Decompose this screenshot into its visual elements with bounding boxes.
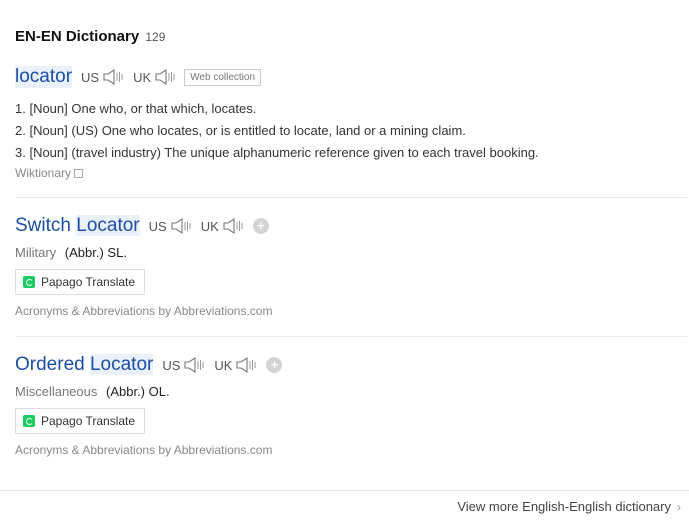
definition-list: 1. [Noun] One who, or that which, locate… (15, 98, 687, 164)
entry-locator: locator US UK Web collection 1. [Noun] O… (15, 64, 687, 180)
source-label: Wiktionary (15, 166, 72, 180)
section-title: EN-EN Dictionary 129 (15, 28, 165, 45)
definition-item: 1. [Noun] One who, or that which, locate… (15, 101, 257, 116)
uk-label: UK (200, 218, 219, 234)
view-more-link[interactable]: View more English-English dictionary › (457, 499, 681, 514)
speaker-icon[interactable] (102, 68, 124, 86)
footer: View more English-English dictionary › (0, 490, 689, 522)
headword-link[interactable]: locator (15, 66, 73, 88)
external-link-icon (74, 168, 84, 178)
pronunciation-us: US (162, 356, 205, 374)
pronunciation-uk: UK (133, 68, 176, 86)
category-label: Miscellaneous (15, 384, 98, 399)
pronunciation-uk: UK (201, 217, 244, 235)
headword-part: Ordered (15, 354, 85, 375)
definition-item: 3. [Noun] (travel industry) The unique a… (15, 145, 539, 160)
meaning-row: Miscellaneous (Abbr.) OL. (15, 384, 687, 399)
papago-icon (23, 415, 35, 427)
headword-link[interactable]: Ordered Locator (15, 354, 154, 376)
source-link[interactable]: Wiktionary (15, 166, 687, 180)
result-count: 129 (145, 30, 166, 44)
add-wordbook-icon[interactable]: + (252, 218, 269, 234)
meaning-text: (Abbr.) OL. (106, 384, 170, 399)
pronunciation-uk: UK (214, 356, 257, 374)
speaker-icon[interactable] (183, 356, 205, 374)
divider (15, 336, 687, 337)
definition-item: 2. [Noun] (US) One who locates, or is en… (15, 123, 466, 138)
source-link[interactable]: Acronyms & Abbreviations by Abbreviation… (15, 443, 687, 457)
papago-translate-button[interactable]: Papago Translate (15, 408, 146, 434)
headword-part: Switch (15, 215, 71, 236)
web-collection-tag: Web collection (184, 68, 262, 86)
speaker-icon[interactable] (154, 68, 176, 86)
category-label: Military (15, 245, 57, 260)
pronunciation-us: US (81, 68, 124, 86)
papago-icon (23, 276, 35, 288)
entry-switch-locator: Switch Locator US UK + Military (Abbr.) … (15, 213, 687, 318)
headword-highlight: Locator (76, 215, 140, 236)
us-label: US (162, 357, 181, 373)
papago-label: Papago Translate (41, 275, 136, 289)
section-title-text: EN-EN Dictionary (15, 28, 140, 45)
headword-highlight: Locator (89, 354, 154, 375)
uk-label: UK (133, 69, 152, 85)
meaning-row: Military (Abbr.) SL. (15, 245, 687, 260)
speaker-icon[interactable] (170, 217, 192, 235)
pronunciation-us: US (149, 217, 192, 235)
chevron-right-icon: › (677, 499, 681, 514)
entry-ordered-locator: Ordered Locator US UK + Miscellaneous (A… (15, 352, 687, 457)
uk-label: UK (214, 357, 233, 373)
meaning-text: (Abbr.) SL. (64, 245, 127, 260)
divider (15, 197, 687, 198)
add-wordbook-icon[interactable]: + (266, 357, 283, 373)
papago-translate-button[interactable]: Papago Translate (15, 269, 146, 295)
view-more-label: View more English-English dictionary (457, 499, 671, 514)
source-link[interactable]: Acronyms & Abbreviations by Abbreviation… (15, 304, 687, 318)
speaker-icon[interactable] (222, 217, 244, 235)
papago-label: Papago Translate (41, 414, 136, 428)
us-label: US (148, 218, 167, 234)
us-label: US (81, 69, 100, 85)
headword-link[interactable]: Switch Locator (15, 215, 140, 237)
speaker-icon[interactable] (235, 356, 257, 374)
